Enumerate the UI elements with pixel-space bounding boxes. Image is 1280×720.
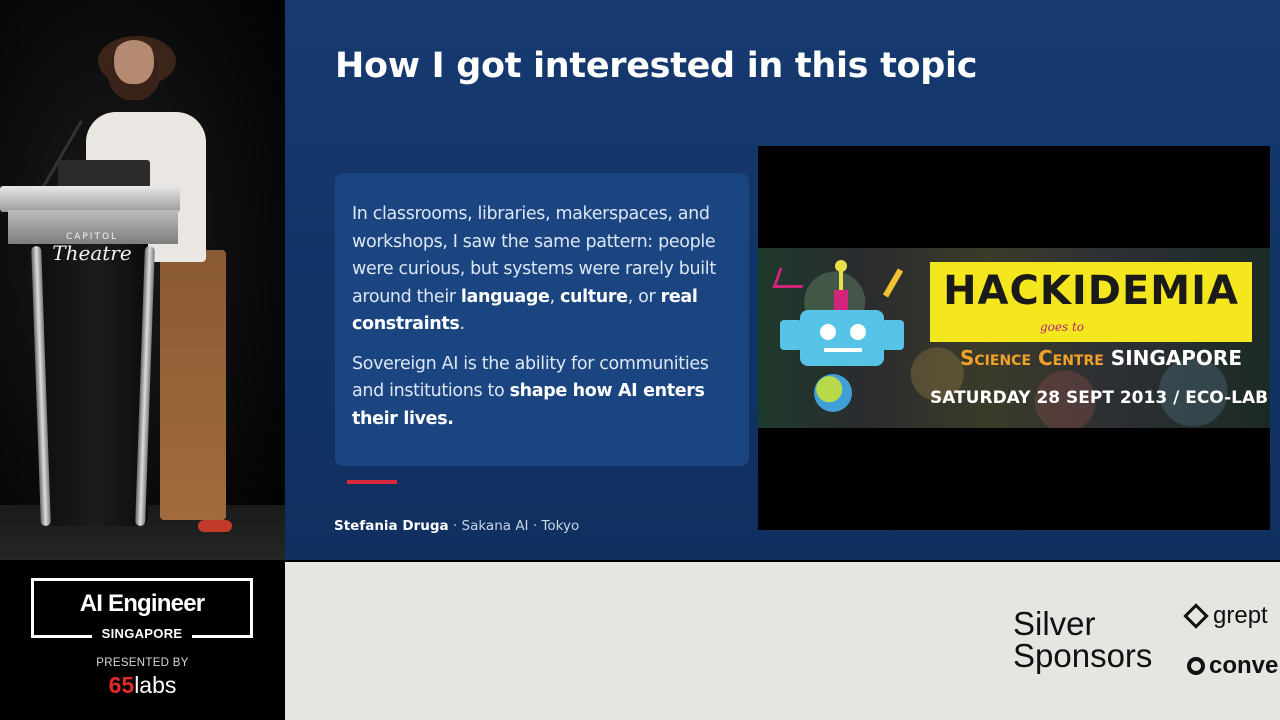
- banner-venue: Science Centre SINGAPORE: [960, 346, 1242, 370]
- sponsor-tier-label: Silver Sponsors: [1013, 605, 1183, 674]
- robot-icon: [800, 310, 884, 366]
- sponsor-strip: Silver Sponsors grept conve: [285, 562, 1280, 720]
- robot-mouth: [824, 348, 862, 352]
- paragraph-1-end: .: [459, 314, 465, 334]
- presented-by-label: PRESENTED BY: [96, 657, 189, 669]
- venue-singapore: SINGAPORE: [1110, 346, 1242, 370]
- podium-brand: CAPITOL Theatre: [46, 232, 138, 264]
- embedded-video[interactable]: HACKIDEMIA goes to Science Centre SINGAP…: [758, 146, 1270, 530]
- banner-date: SATURDAY 28 SEPT 2013 / ECO-LAB: [930, 388, 1269, 408]
- speaker-credit: Stefania Druga · Sakana AI · Tokyo: [334, 518, 579, 534]
- paragraph-2: Sovereign AI is the ability for communit…: [352, 351, 731, 434]
- event-name: AI Engineer: [79, 590, 205, 617]
- bold-language: language: [460, 286, 550, 307]
- presentation-slide: How I got interested in this topic In cl…: [285, 0, 1280, 560]
- presenter-logo: 65labs: [0, 672, 285, 699]
- sponsor-tier-line1: Silver: [1013, 605, 1096, 642]
- robot-ear-right: [882, 320, 904, 350]
- conve-icon: [1187, 657, 1205, 675]
- robot-ear-left: [780, 320, 802, 350]
- paragraph-1: In classrooms, libraries, makerspaces, a…: [352, 201, 731, 339]
- accent-bar: [347, 480, 397, 484]
- sponsor-tier-line2: Sponsors: [1013, 637, 1153, 674]
- speaker-name: Stefania Druga: [334, 518, 449, 534]
- robot-eye-right: [850, 324, 866, 340]
- presenter-word: labs: [134, 672, 177, 698]
- bold-culture: culture: [560, 286, 628, 307]
- laptop: [58, 160, 150, 188]
- paragraph-1-sep1: ,: [549, 286, 560, 307]
- slide-title: How I got interested in this topic: [335, 46, 978, 86]
- speaker-head: [108, 40, 160, 100]
- speaker-shoe: [198, 520, 232, 532]
- robot-eye-left: [820, 324, 836, 340]
- text-card: In classrooms, libraries, makerspaces, a…: [335, 173, 749, 466]
- sponsor-logo-conve[interactable]: conve: [1187, 652, 1278, 680]
- banner-goes-to: goes to: [1040, 320, 1085, 334]
- grept-icon: [1183, 603, 1209, 629]
- globe-icon: [814, 374, 852, 412]
- podium-top: [0, 186, 180, 212]
- event-city: SINGAPORE: [101, 626, 183, 641]
- presenter-number: 65: [108, 672, 135, 698]
- paragraph-1-sep2: , or: [627, 286, 661, 307]
- banner-title: HACKIDEMIA: [943, 268, 1239, 314]
- speaker-affiliation: · Sakana AI · Tokyo: [448, 518, 580, 534]
- robot-antenna: [839, 266, 843, 290]
- speaker-legs: [160, 250, 226, 520]
- podium-body: [44, 226, 148, 526]
- venue-science-centre: Science Centre: [960, 346, 1104, 370]
- speaker-camera-feed: CAPITOL Theatre: [0, 0, 285, 560]
- event-branding: AI Engineer SINGAPORE PRESENTED BY 65lab…: [0, 560, 285, 720]
- sponsor-logo-grept-text: grept: [1213, 602, 1268, 629]
- sponsor-logo-grept[interactable]: grept: [1183, 602, 1268, 630]
- robot-neck: [834, 290, 848, 312]
- sponsor-logo-conve-text: conve: [1209, 652, 1279, 679]
- video-frame: HACKIDEMIA goes to Science Centre SINGAP…: [758, 248, 1270, 428]
- podium-brand-script: Theatre: [52, 241, 132, 265]
